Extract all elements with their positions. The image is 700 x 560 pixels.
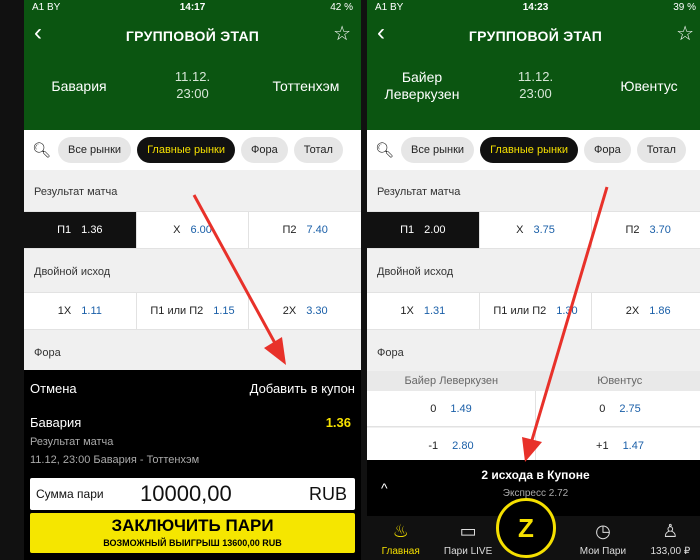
screen-left: A1 BY 14:17 42 % ‹ ГРУППОВОЙ ЭТАП ☆ Бава… xyxy=(24,0,361,560)
arrow-head xyxy=(522,437,542,462)
arrow-line xyxy=(192,194,278,346)
screen-right: A1 BY 14:23 39 % ‹ ГРУППОВОЙ ЭТАП ☆ Байе… xyxy=(367,0,700,560)
annotation-arrow xyxy=(522,186,609,462)
annotation-arrow xyxy=(192,194,286,365)
arrow-line xyxy=(530,186,609,441)
